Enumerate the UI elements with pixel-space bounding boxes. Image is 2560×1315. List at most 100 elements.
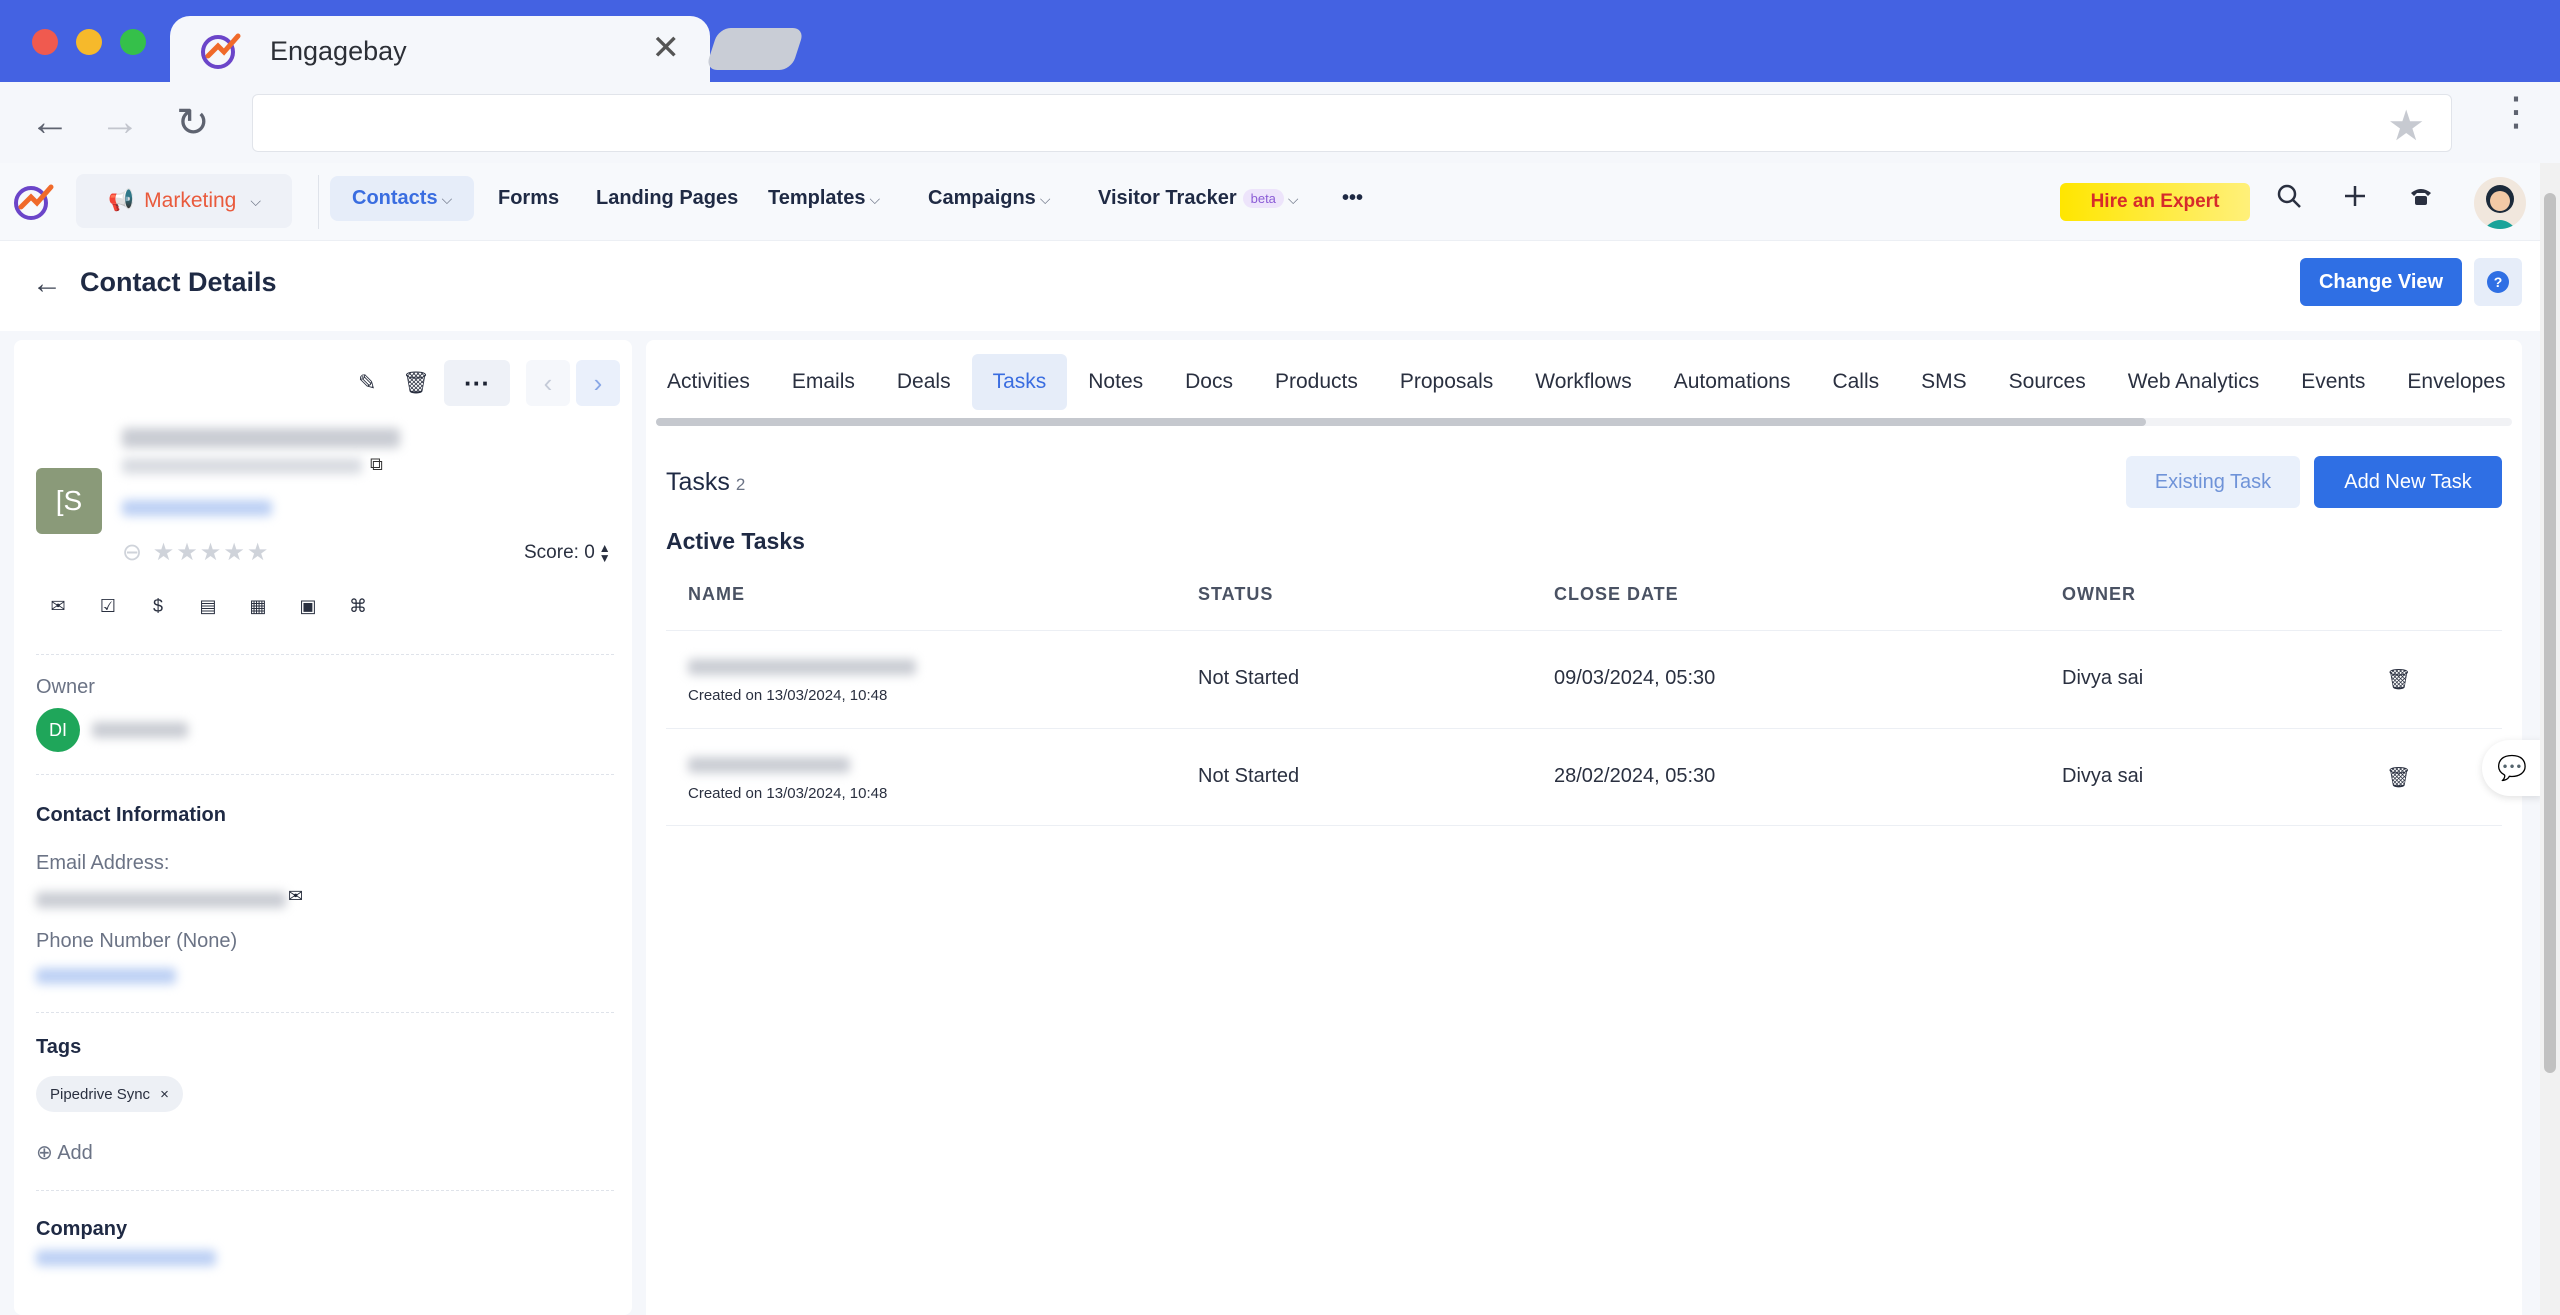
tab-sources[interactable]: Sources [1988,354,2107,410]
deal-dollar-icon[interactable]: $ [148,596,168,616]
maximize-window-button[interactable] [120,29,146,55]
column-header-close-date: CLOSE DATE [1554,584,1679,604]
minimize-window-button[interactable] [76,29,102,55]
task-name-redacted[interactable] [688,757,850,773]
change-view-button[interactable]: Change View [2300,258,2462,306]
add-tag-button[interactable]: ⊕ Add [36,1140,93,1165]
search-icon[interactable] [2276,183,2302,216]
sequence-icon[interactable]: ⌘ [348,596,368,616]
nav-templates[interactable]: Templates ⌵ [768,187,880,210]
browser-menu-icon[interactable]: ⋮ [2496,92,2536,132]
nav-contacts[interactable]: Contacts ⌵ [330,176,475,221]
engagebay-logo-icon[interactable] [12,179,56,223]
user-avatar[interactable] [2474,177,2526,229]
reload-icon[interactable]: ↻ [176,100,210,146]
tag-pipedrive-sync[interactable]: Pipedrive Sync × [36,1076,183,1112]
copy-icon[interactable]: ⧉ [370,454,383,475]
note-icon[interactable]: ▤ [198,596,218,616]
delete-task-icon[interactable]: 🗑 [2386,667,2411,692]
contact-tabs: Activities Emails Deals Tasks Notes Docs… [646,354,2522,410]
phone-icon[interactable] [2408,183,2434,216]
nav-visitor-tracker[interactable]: Visitor Tracker beta ⌵ [1098,187,1299,210]
column-header-owner: OWNER [2062,584,2136,604]
delete-task-icon[interactable]: 🗑 [2386,765,2411,790]
close-window-button[interactable] [32,29,58,55]
document-icon[interactable]: ▦ [248,596,268,616]
browser-tab-engagebay[interactable]: Engagebay ✕ [170,16,710,82]
tag-remove-icon[interactable]: × [160,1086,169,1103]
tab-workflows[interactable]: Workflows [1514,354,1652,410]
plus-icon[interactable] [2342,183,2368,216]
tab-products[interactable]: Products [1254,354,1379,410]
forward-icon[interactable]: → [100,100,140,145]
email-icon[interactable]: ✉ [48,596,68,616]
add-new-task-button[interactable]: Add New Task [2314,456,2502,508]
task-status: Not Started [1198,667,1300,689]
tab-events[interactable]: Events [2280,354,2386,410]
star-rating[interactable]: ⊖ ★★★★★ [122,538,270,567]
table-row[interactable]: Created on 13/03/2024, 10:48 Not Started… [666,630,2502,728]
chevron-down-icon: ⌵ [250,192,261,209]
tab-proposals[interactable]: Proposals [1379,354,1514,410]
contact-link-redacted[interactable] [122,500,272,516]
score-label: Score: 0 [524,542,595,563]
tab-emails[interactable]: Emails [771,354,876,410]
tab-envelopes[interactable]: Envelopes [2386,354,2522,410]
phone-value-redacted[interactable] [36,968,176,984]
url-input[interactable]: ★ [252,94,2452,152]
tab-close-icon[interactable]: ✕ [652,28,681,68]
score-stepper[interactable]: Score: 0 ▲ ▼ [524,542,611,564]
new-tab-button[interactable] [705,28,805,70]
help-button[interactable]: ? [2474,258,2522,306]
tab-sms[interactable]: SMS [1900,354,1988,410]
nav-more-icon[interactable]: ••• [1342,187,1363,210]
contact-avatar: [S [36,468,102,534]
add-label: Add [57,1142,93,1164]
next-contact-icon[interactable]: › [576,360,620,406]
tab-docs[interactable]: Docs [1164,354,1254,410]
task-icon[interactable]: ☑ [98,596,118,616]
nav-templates-label: Templates [768,187,866,209]
nav-campaigns[interactable]: Campaigns ⌵ [928,187,1050,210]
tasks-heading: Tasks 2 [666,468,745,497]
task-name-redacted[interactable] [688,659,916,675]
back-icon[interactable]: ← [30,100,70,145]
company-value-redacted[interactable] [36,1250,216,1266]
contact-information-heading: Contact Information [36,804,226,826]
contact-name-redacted [122,428,400,448]
stepper-arrows-icon[interactable]: ▲ ▼ [599,542,611,564]
chat-widget-icon[interactable]: 💬 [2482,740,2542,796]
more-options-icon[interactable]: ··· [444,360,510,406]
tabs-scrollbar[interactable] [656,418,2512,426]
bookmark-star-icon[interactable]: ★ [2387,101,2425,150]
tab-notes[interactable]: Notes [1067,354,1164,410]
page-scrollbar-thumb[interactable] [2544,193,2556,1073]
tab-activities[interactable]: Activities [646,354,771,410]
existing-task-button[interactable]: Existing Task [2126,456,2300,508]
megaphone-icon: 📢 [108,189,135,212]
marketing-module-dropdown[interactable]: 📢 Marketing ⌵ [76,174,292,228]
tab-web-analytics[interactable]: Web Analytics [2107,354,2281,410]
active-tasks-heading: Active Tasks [666,528,805,554]
hire-expert-button[interactable]: Hire an Expert [2060,183,2250,221]
calendar-icon[interactable]: ▣ [298,596,318,616]
edit-pencil-icon[interactable]: ✎ [358,370,376,396]
tab-tasks[interactable]: Tasks [971,354,1068,410]
tags-heading: Tags [36,1036,82,1058]
divider [36,1190,614,1191]
tab-deals[interactable]: Deals [876,354,972,410]
task-created-date: Created on 13/03/2024, 10:48 [688,687,888,704]
nav-landing-pages[interactable]: Landing Pages [596,187,738,210]
tab-calls[interactable]: Calls [1811,354,1900,410]
tabs-scrollbar-thumb[interactable] [656,418,2146,426]
email-value-redacted[interactable] [36,892,286,908]
back-arrow-icon[interactable]: ← [32,267,62,301]
send-email-icon[interactable]: ✉ [288,886,303,907]
tab-automations[interactable]: Automations [1653,354,1812,410]
page-scrollbar[interactable] [2540,163,2560,1315]
previous-contact-icon[interactable]: ‹ [526,360,570,406]
table-row[interactable]: Created on 13/03/2024, 10:48 Not Started… [666,728,2502,826]
task-close-date: 28/02/2024, 05:30 [1554,765,1716,787]
delete-trash-icon[interactable]: 🗑 [402,370,430,396]
nav-forms[interactable]: Forms [498,187,559,210]
